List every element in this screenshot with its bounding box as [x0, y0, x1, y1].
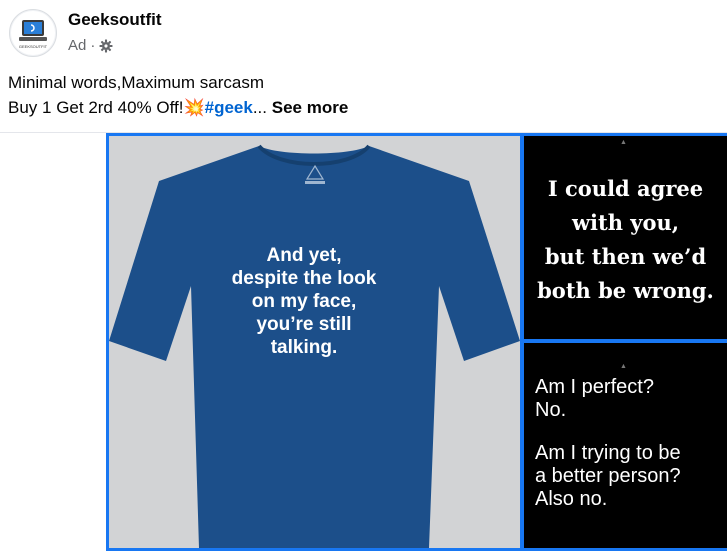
quote-trying-text: Am I trying to be a better person? Also …	[535, 442, 681, 511]
caption-ellipsis: ...	[252, 98, 267, 117]
caption-line-1: Minimal words,Maximum sarcasm	[8, 73, 264, 92]
avatar-wordmark: GEEKSOUTFIT	[19, 44, 48, 49]
ad-label: Ad	[68, 37, 87, 54]
quote-agree-text: I could agree with you, but then we’d bo…	[524, 172, 727, 308]
see-more-link[interactable]: See more	[272, 98, 349, 117]
hashtag-link[interactable]: #geek	[205, 98, 253, 117]
quote-line: but then we’d	[544, 244, 707, 269]
quote-image-perfect[interactable]: ▲ Am I perfect? No. Am I trying to be a …	[524, 343, 727, 548]
collision-emoji-icon: 💥	[183, 98, 205, 117]
shirt-line: talking.	[270, 337, 338, 358]
ad-image-collage[interactable]: And yet, despite the look on my face, yo…	[106, 133, 727, 551]
brand-mark-icon: ▲	[620, 139, 627, 146]
quote-line: both be wrong.	[537, 278, 714, 303]
shirt-slogan: And yet, despite the look on my face, yo…	[209, 244, 399, 359]
computer-logo-icon: GEEKSOUTFIT	[11, 11, 55, 55]
quote-image-agree[interactable]: ▲ I could agree with you, but then we’d …	[524, 136, 727, 339]
quote-line: I could agree	[547, 176, 704, 201]
shirt-line: despite the look	[231, 268, 377, 289]
brand-mark-icon: ▲	[620, 363, 627, 370]
quote-line: Am I perfect?	[535, 376, 654, 398]
quote-perfect-text: Am I perfect? No.	[535, 376, 654, 422]
page-avatar[interactable]: GEEKSOUTFIT	[9, 9, 57, 57]
caption-offer-text: Buy 1 Get 2rd 40% Off!	[8, 98, 184, 117]
quote-line: Also no.	[535, 488, 608, 510]
quote-line: with you,	[571, 210, 680, 235]
tshirt-image[interactable]: And yet, despite the look on my face, yo…	[109, 136, 520, 548]
shirt-line: you’re still	[256, 314, 352, 335]
caption-line-2: Buy 1 Get 2rd 40% Off!💥#geek... See more	[8, 95, 348, 120]
gear-icon[interactable]	[99, 39, 113, 53]
shirt-line: And yet,	[266, 245, 342, 266]
page-name-link[interactable]: Geeksoutfit	[68, 10, 162, 30]
post-meta: Ad ·	[68, 37, 113, 54]
quote-line: Am I trying to be	[535, 442, 681, 464]
post-caption: Minimal words,Maximum sarcasm Buy 1 Get …	[8, 70, 348, 120]
shirt-line: on my face,	[251, 291, 357, 312]
quote-line: a better person?	[535, 465, 681, 487]
meta-separator: ·	[90, 37, 96, 54]
quote-line: No.	[535, 399, 567, 421]
